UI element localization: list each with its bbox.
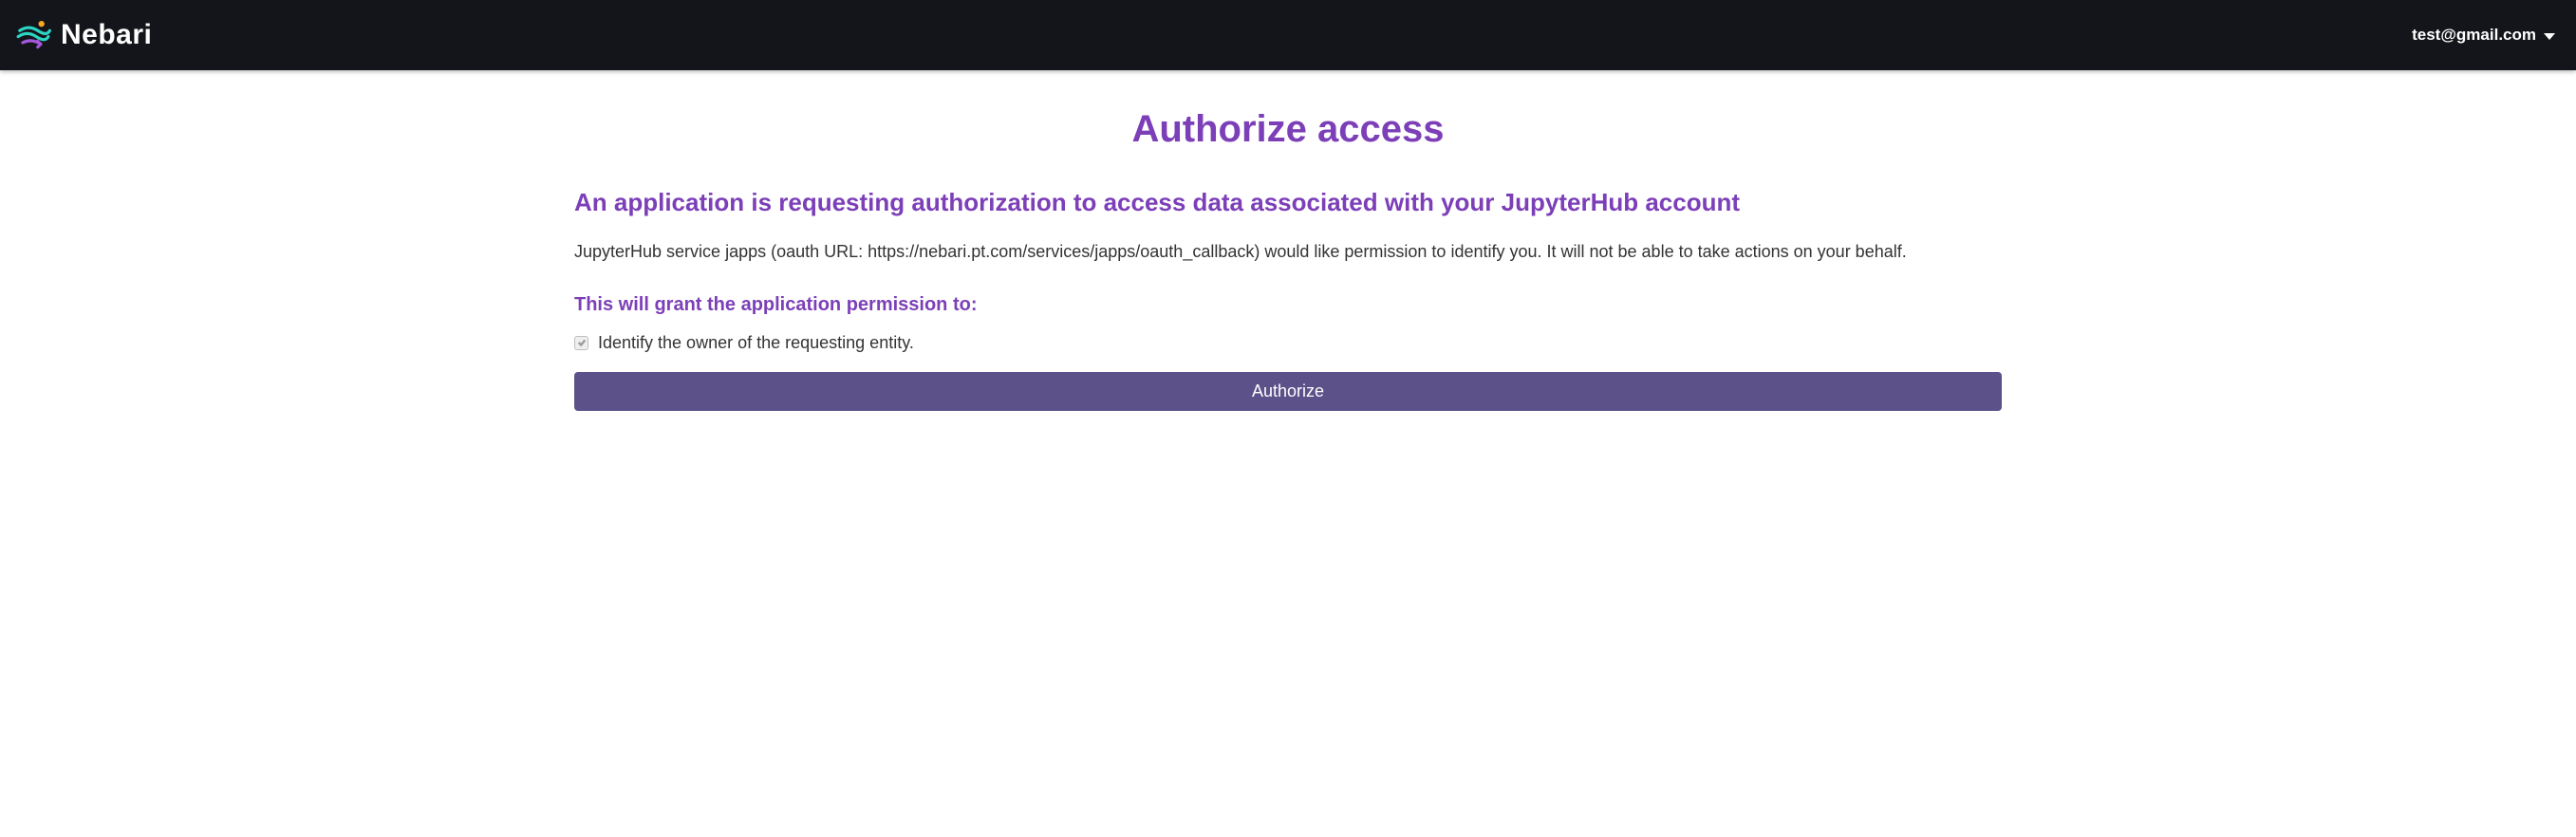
nebari-logo-icon [15, 17, 51, 53]
page-title: Authorize access [574, 108, 2002, 151]
caret-down-icon [2544, 33, 2555, 40]
page-subtitle: An application is requesting authorizati… [574, 187, 2002, 219]
permission-label: Identify the owner of the requesting ent… [598, 333, 914, 353]
authorize-button[interactable]: Authorize [574, 372, 2002, 411]
brand-link[interactable]: Nebari [15, 17, 152, 53]
check-icon [577, 338, 587, 347]
user-menu[interactable]: test@gmail.com [2412, 26, 2555, 45]
user-email: test@gmail.com [2412, 26, 2536, 45]
brand-name: Nebari [61, 19, 152, 51]
grant-permission-heading: This will grant the application permissi… [574, 294, 2002, 316]
main-container: Authorize access An application is reque… [553, 70, 2023, 411]
permission-row: Identify the owner of the requesting ent… [574, 333, 2002, 353]
navbar: Nebari test@gmail.com [0, 0, 2576, 70]
permission-checkbox [574, 336, 588, 350]
authorization-description: JupyterHub service japps (oauth URL: htt… [574, 240, 2002, 264]
